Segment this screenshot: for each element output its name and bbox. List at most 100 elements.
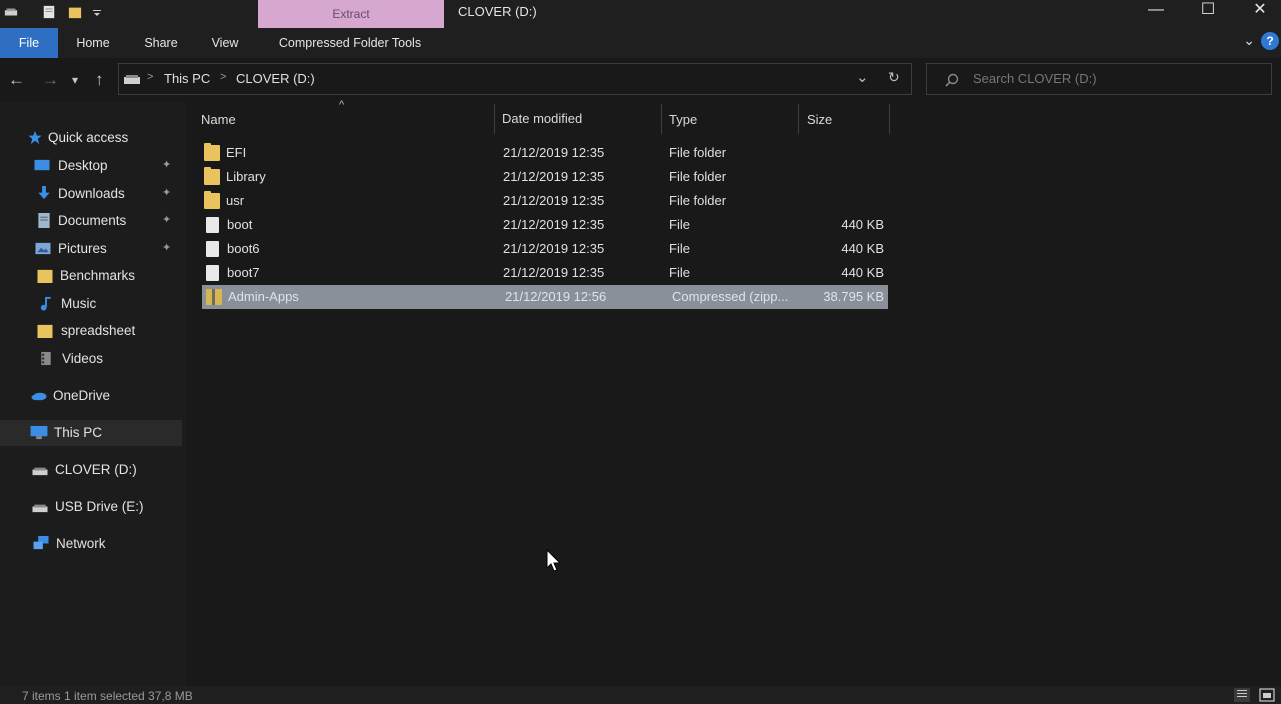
file-icon bbox=[206, 265, 219, 281]
file-row-efi[interactable]: EFI 21/12/2019 12:35 File folder bbox=[200, 141, 890, 165]
tab-file[interactable]: File bbox=[0, 28, 58, 58]
tab-compressed-folder-tools[interactable]: Compressed Folder Tools bbox=[262, 28, 438, 58]
file-icon bbox=[206, 217, 219, 233]
file-row-boot6[interactable]: boot6 21/12/2019 12:35 File 440 KB bbox=[200, 237, 890, 261]
forward-arrow-icon[interactable]: → bbox=[42, 70, 59, 90]
sidebar-item-label: Quick access bbox=[48, 130, 129, 145]
maximize-button[interactable]: ☐ bbox=[1186, 0, 1230, 22]
breadcrumb-clover-drive[interactable]: CLOVER (D:) bbox=[236, 71, 315, 86]
refresh-icon[interactable]: ↻ bbox=[888, 69, 900, 86]
chevron-down-icon[interactable]: ⌄ bbox=[1243, 32, 1255, 49]
column-header-date-modified[interactable]: Date modified bbox=[502, 111, 582, 141]
column-header-name[interactable]: Name bbox=[201, 112, 236, 142]
sidebar-item-benchmarks[interactable]: Benchmarks bbox=[0, 263, 182, 289]
sidebar-item-clover-drive[interactable]: CLOVER (D:) bbox=[0, 457, 182, 483]
sidebar-item-label: Benchmarks bbox=[60, 268, 136, 283]
back-arrow-icon[interactable]: ← bbox=[8, 70, 25, 90]
breadcrumb-separator: > bbox=[220, 71, 227, 83]
sidebar-item-downloads[interactable]: Downloads ✦ bbox=[0, 181, 182, 207]
sidebar-item-network[interactable]: Network bbox=[0, 531, 182, 557]
customize-quick-access-icon[interactable] bbox=[92, 4, 102, 20]
sidebar-item-documents[interactable]: Documents ✦ bbox=[0, 208, 182, 234]
file-name: Admin-Apps bbox=[228, 289, 299, 304]
folder-icon bbox=[204, 143, 220, 161]
column-divider[interactable] bbox=[889, 104, 890, 134]
pin-icon[interactable]: ✦ bbox=[162, 158, 171, 171]
file-date: 21/12/2019 12:35 bbox=[503, 193, 605, 208]
column-header-type[interactable]: Type bbox=[669, 112, 697, 142]
column-divider[interactable] bbox=[798, 104, 799, 134]
cloud-icon bbox=[31, 392, 47, 401]
sidebar-item-label: USB Drive (E:) bbox=[55, 499, 144, 514]
file-size: 440 KB bbox=[841, 241, 884, 256]
up-arrow-icon[interactable]: ↑ bbox=[95, 70, 104, 90]
extract-context-tab[interactable]: Extract bbox=[258, 0, 444, 28]
system-menu-icon[interactable] bbox=[4, 4, 18, 20]
file-row-library[interactable]: Library 21/12/2019 12:35 File folder bbox=[200, 165, 890, 189]
tab-view[interactable]: View bbox=[198, 28, 252, 58]
sidebar-item-spreadsheet[interactable]: spreadsheet bbox=[0, 318, 182, 344]
sidebar-item-quick-access[interactable]: Quick access bbox=[0, 125, 182, 151]
window-title: CLOVER (D:) bbox=[458, 4, 537, 19]
file-name: boot bbox=[227, 217, 253, 232]
column-header-size[interactable]: Size bbox=[807, 112, 832, 142]
file-type: File folder bbox=[669, 169, 727, 184]
address-bar[interactable]: > This PC > CLOVER (D:) ⌄ ↻ bbox=[118, 63, 912, 95]
large-icons-view-icon[interactable] bbox=[1257, 686, 1277, 704]
breadcrumb-this-pc[interactable]: This PC bbox=[164, 71, 210, 86]
star-icon bbox=[28, 130, 42, 145]
search-box[interactable]: Search CLOVER (D:) bbox=[926, 63, 1272, 95]
file-name: EFI bbox=[226, 145, 247, 160]
search-icon bbox=[945, 73, 959, 87]
file-row-usr[interactable]: usr 21/12/2019 12:35 File folder bbox=[200, 189, 890, 213]
sidebar-item-label: Downloads bbox=[58, 186, 125, 201]
minimize-button[interactable]: — bbox=[1134, 0, 1178, 22]
file-row-boot7[interactable]: boot7 21/12/2019 12:35 File 440 KB bbox=[200, 261, 890, 285]
help-icon[interactable]: ? bbox=[1261, 32, 1279, 50]
pin-icon[interactable]: ✦ bbox=[162, 213, 171, 226]
navigation-bar: ← → ▾ ↑ > This PC > CLOVER (D:) ⌄ ↻ Sear… bbox=[0, 58, 1281, 102]
recent-locations-icon[interactable]: ▾ bbox=[72, 73, 78, 87]
tab-home[interactable]: Home bbox=[64, 28, 122, 58]
sidebar-item-usb-drive[interactable]: USB Drive (E:) bbox=[0, 494, 182, 520]
pin-icon[interactable]: ✦ bbox=[162, 186, 171, 199]
tab-share[interactable]: Share bbox=[132, 28, 190, 58]
pin-icon[interactable]: ✦ bbox=[162, 241, 171, 254]
file-size: 38.795 KB bbox=[823, 289, 884, 304]
file-name: boot7 bbox=[227, 265, 260, 280]
folder-icon bbox=[37, 324, 53, 338]
zip-folder-icon bbox=[206, 289, 222, 305]
file-name: Library bbox=[226, 169, 266, 184]
sidebar-item-label: Network bbox=[56, 536, 106, 551]
file-type: File folder bbox=[669, 193, 727, 208]
file-type: File bbox=[669, 241, 690, 256]
file-row-admin-apps[interactable]: Admin-Apps 21/12/2019 12:56 Compressed (… bbox=[202, 285, 888, 309]
sidebar-item-label: Videos bbox=[62, 351, 104, 366]
details-view-icon[interactable] bbox=[1232, 686, 1252, 704]
properties-icon[interactable] bbox=[42, 4, 56, 20]
new-folder-icon[interactable] bbox=[68, 4, 82, 20]
sidebar-item-label: Documents bbox=[58, 213, 127, 228]
sidebar-item-desktop[interactable]: Desktop ✦ bbox=[0, 153, 182, 179]
mouse-cursor-icon bbox=[546, 549, 562, 572]
sidebar-item-music[interactable]: Music bbox=[0, 291, 182, 317]
music-icon bbox=[40, 296, 51, 311]
file-icon bbox=[206, 241, 219, 257]
file-row-boot[interactable]: boot 21/12/2019 12:35 File 440 KB bbox=[200, 213, 890, 237]
column-divider[interactable] bbox=[661, 104, 662, 134]
sidebar-item-onedrive[interactable]: OneDrive bbox=[0, 383, 182, 409]
address-dropdown-icon[interactable]: ⌄ bbox=[856, 68, 869, 86]
close-button[interactable]: ✕ bbox=[1238, 0, 1281, 22]
sidebar-item-pictures[interactable]: Pictures ✦ bbox=[0, 236, 182, 262]
folder-icon bbox=[37, 269, 53, 283]
column-divider[interactable] bbox=[494, 104, 495, 134]
sidebar-item-label: OneDrive bbox=[53, 388, 111, 403]
file-name: boot6 bbox=[227, 241, 260, 256]
search-input[interactable]: Search CLOVER (D:) bbox=[973, 71, 1097, 86]
drive-icon bbox=[32, 504, 48, 513]
file-size: 440 KB bbox=[841, 217, 884, 232]
sidebar-item-videos[interactable]: Videos bbox=[0, 346, 182, 372]
sidebar-item-this-pc[interactable]: This PC bbox=[0, 420, 182, 446]
file-type: Compressed (zipp... bbox=[672, 289, 789, 304]
navigation-pane: Quick access Desktop ✦ Downloads ✦ Docum… bbox=[0, 102, 186, 686]
